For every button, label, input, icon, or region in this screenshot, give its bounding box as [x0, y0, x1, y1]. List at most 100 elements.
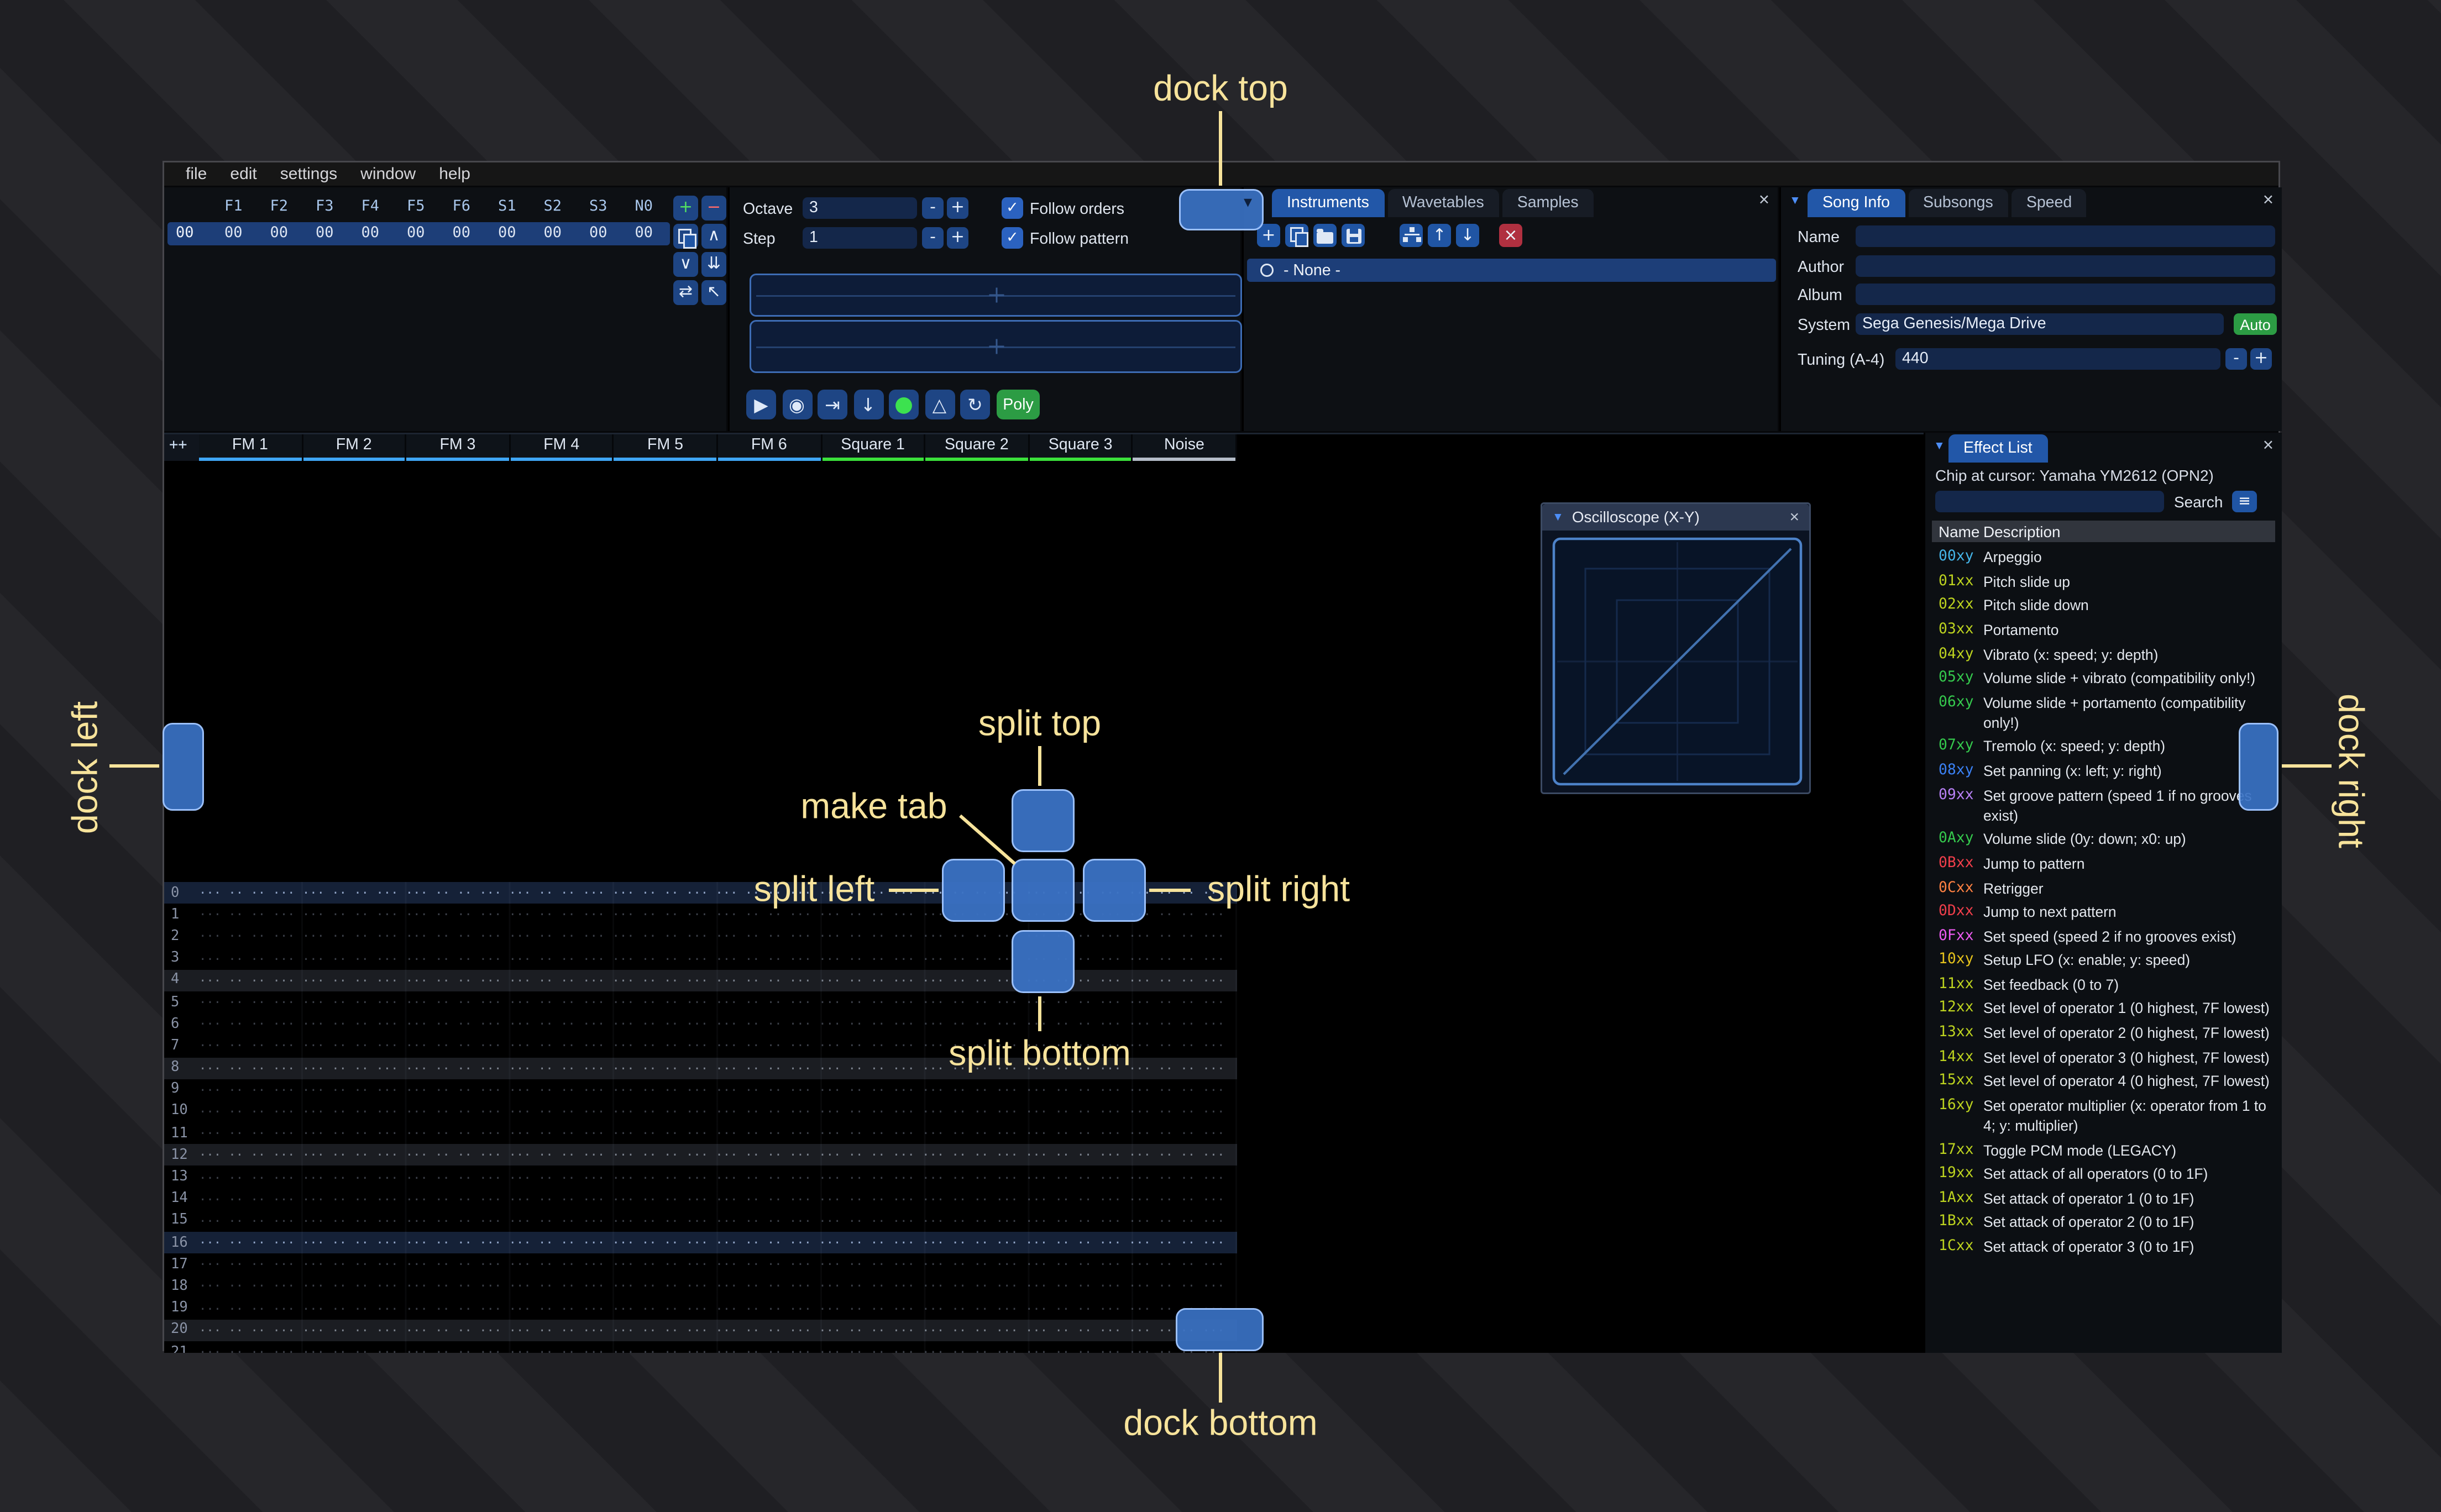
effect-row[interactable]: 1Axx Set attack of operator 1 (0 to 1F)	[1932, 1186, 2277, 1210]
tab-overflow-icon[interactable]: ▾	[1244, 194, 1252, 212]
pattern-row[interactable]: 13 ··· ·· ·· ··· ··· ·· ·· ··· ··· ·· ··…	[164, 1166, 1237, 1188]
order-value-cell[interactable]: 00	[302, 225, 348, 242]
effect-row[interactable]: 15xx Set level of operator 4 (0 highest,…	[1932, 1069, 2277, 1094]
effect-row[interactable]: 10xy Setup LFO (x: enable; y: speed)	[1932, 948, 2277, 973]
play-button[interactable]: ▶	[746, 390, 776, 419]
effect-row[interactable]: 08xy Set panning (x: left; y: right)	[1932, 759, 2277, 783]
remove-order-button[interactable]: −	[701, 196, 726, 221]
pattern-row[interactable]: 15 ··· ·· ·· ··· ··· ·· ·· ··· ··· ·· ··…	[164, 1210, 1237, 1232]
collapse-icon[interactable]: ▼	[1552, 512, 1564, 523]
oscilloscope-title-bar[interactable]: ▼ Oscilloscope (X-Y) ×	[1542, 504, 1809, 531]
pattern-row[interactable]: 16 ··· ·· ·· ··· ··· ·· ·· ··· ··· ·· ··…	[164, 1232, 1237, 1254]
duplicate-order-end-button[interactable]: ⇊	[701, 252, 726, 277]
move-order-down-button[interactable]: ∨	[673, 252, 698, 277]
order-value-cell[interactable]: 00	[575, 225, 621, 242]
order-value-cell[interactable]: 00	[256, 225, 302, 242]
effect-list-tab[interactable]: Effect List	[1948, 434, 2047, 463]
pattern-row[interactable]: 11 ··· ·· ·· ··· ··· ·· ·· ··· ··· ·· ··…	[164, 1122, 1237, 1144]
order-select-mode-button[interactable]: ↖	[701, 280, 726, 305]
channel-header[interactable]: FM 3	[406, 434, 511, 461]
move-instrument-down-button[interactable]: ↓	[1456, 224, 1479, 247]
duplicate-instrument-button[interactable]	[1285, 224, 1308, 247]
pattern-row[interactable]: 3 ··· ·· ·· ··· ··· ·· ·· ··· ··· ·· ·· …	[164, 948, 1237, 970]
effect-row[interactable]: 07xy Tremolo (x: speed; y: depth)	[1932, 735, 2277, 759]
channel-header[interactable]: Square 1	[821, 434, 926, 461]
effect-row[interactable]: 03xx Portamento	[1932, 618, 2277, 642]
order-value-cell[interactable]: 00	[621, 225, 667, 242]
effect-row[interactable]: 02xx Pitch slide down	[1932, 594, 2277, 618]
channel-header[interactable]: Square 3	[1029, 434, 1134, 461]
channel-header[interactable]: FM 2	[302, 434, 407, 461]
split-target-left[interactable]	[942, 859, 1005, 922]
pattern-row[interactable]: 18 ··· ·· ·· ··· ··· ·· ·· ··· ··· ·· ··…	[164, 1275, 1237, 1298]
delete-instrument-button[interactable]: ×	[1499, 224, 1522, 247]
instrument-list-item[interactable]: - None -	[1247, 259, 1776, 282]
pattern-row[interactable]: 10 ··· ·· ·· ··· ··· ·· ·· ··· ··· ·· ··…	[164, 1101, 1237, 1123]
effect-row[interactable]: 19xx Set attack of all operators (0 to 1…	[1932, 1162, 2277, 1186]
tuning-increase-button[interactable]: +	[2250, 348, 2272, 370]
open-instrument-button[interactable]	[1313, 224, 1337, 247]
duplicate-order-button[interactable]	[673, 224, 698, 249]
dock-target-left[interactable]	[163, 723, 204, 811]
close-icon[interactable]: ×	[2263, 436, 2274, 456]
author-input[interactable]	[1856, 255, 2275, 277]
effect-row[interactable]: 1Bxx Set attack of operator 2 (0 to 1F)	[1932, 1210, 2277, 1235]
system-input[interactable]: Sega Genesis/Mega Drive	[1856, 313, 2224, 335]
pattern-row[interactable]: 17 ··· ·· ·· ··· ··· ·· ·· ··· ··· ·· ··…	[164, 1254, 1237, 1276]
pattern-row[interactable]: 21 ··· ·· ·· ··· ··· ·· ·· ··· ··· ·· ··…	[164, 1341, 1237, 1353]
play-one-row-button[interactable]: ⇥	[818, 390, 847, 419]
step-one-row-button[interactable]: ↓	[853, 390, 883, 419]
step-increase-button[interactable]: +	[947, 227, 968, 249]
octave-increase-button[interactable]: +	[947, 197, 968, 219]
hamburger-icon[interactable]: ≡	[2232, 491, 2257, 512]
close-icon[interactable]: ×	[1759, 191, 1769, 211]
step-decrease-button[interactable]: -	[922, 227, 944, 249]
pattern-row[interactable]: 5 ··· ·· ·· ··· ··· ·· ·· ··· ··· ·· ·· …	[164, 991, 1237, 1014]
menu-item[interactable]: settings	[269, 165, 349, 183]
channel-header[interactable]: Square 2	[925, 434, 1030, 461]
effect-row[interactable]: 0Bxx Jump to pattern	[1932, 852, 2277, 876]
effect-row[interactable]: 09xx Set groove pattern (speed 1 if no g…	[1932, 783, 2277, 827]
follow-pattern-checkbox[interactable]: ✓	[1002, 227, 1023, 249]
effect-row[interactable]: 05xy Volume slide + vibrato (compatibili…	[1932, 666, 2277, 691]
stop-button[interactable]: ◉	[782, 390, 812, 419]
effect-row[interactable]: 1Cxx Set attack of operator 3 (0 to 1F)	[1932, 1235, 2277, 1259]
instruments-tab[interactable]: Instruments	[1272, 189, 1384, 217]
effect-row[interactable]: 17xx Toggle PCM mode (LEGACY)	[1932, 1138, 2277, 1162]
song-info-tab[interactable]: Song Info	[1808, 189, 1905, 217]
effect-row[interactable]: 11xx Set feedback (0 to 7)	[1932, 973, 2277, 997]
pattern-row[interactable]: 0 ··· ·· ·· ··· ··· ·· ·· ··· ··· ·· ·· …	[164, 882, 1237, 904]
split-target-bottom[interactable]	[1012, 930, 1075, 993]
order-value-cell[interactable]: 00	[211, 225, 256, 242]
add-order-button[interactable]: +	[673, 196, 698, 221]
tuning-decrease-button[interactable]: -	[2225, 348, 2247, 370]
poly-toggle[interactable]: Poly	[997, 390, 1040, 419]
instruments-tab[interactable]: Samples	[1502, 189, 1594, 217]
orders-selected-row[interactable]: 00 00 00 00 00 00 00 00 00 00 00	[167, 222, 670, 245]
pattern-row[interactable]: 2 ··· ·· ·· ··· ··· ·· ·· ··· ··· ·· ·· …	[164, 926, 1237, 948]
save-instrument-button[interactable]	[1342, 224, 1365, 247]
close-icon[interactable]: ×	[2263, 191, 2274, 211]
move-order-up-button[interactable]: ∧	[701, 224, 726, 249]
channel-header[interactable]: FM 4	[510, 434, 615, 461]
order-value-cell[interactable]: 00	[530, 225, 576, 242]
pattern-row[interactable]: 12 ··· ·· ·· ··· ··· ·· ·· ··· ··· ·· ··…	[164, 1144, 1237, 1167]
follow-orders-checkbox[interactable]: ✓	[1002, 197, 1023, 219]
step-input[interactable]: 1	[803, 227, 917, 249]
dock-target-right[interactable]	[2239, 723, 2278, 811]
effect-row[interactable]: 0Cxx Retrigger	[1932, 876, 2277, 900]
auto-system-button[interactable]: Auto	[2234, 313, 2277, 335]
edit-record-toggle[interactable]: ●	[889, 390, 919, 419]
pattern-row[interactable]: 20 ··· ·· ·· ··· ··· ·· ·· ··· ··· ·· ··…	[164, 1319, 1237, 1341]
pattern-corner-button[interactable]: ++	[164, 434, 199, 461]
effect-row[interactable]: 04xy Vibrato (x: speed; y: depth)	[1932, 642, 2277, 666]
pattern-row[interactable]: 1 ··· ·· ·· ··· ··· ·· ·· ··· ··· ·· ·· …	[164, 904, 1237, 926]
order-change-mode-button[interactable]: ⇄	[673, 280, 698, 305]
move-instrument-up-button[interactable]: ↑	[1428, 224, 1451, 247]
instruments-tab[interactable]: Wavetables	[1387, 189, 1499, 217]
toggle-folders-button[interactable]	[1400, 224, 1423, 247]
split-target-right[interactable]	[1083, 859, 1146, 922]
octave-input[interactable]: 3	[803, 197, 917, 219]
order-value-cell[interactable]: 00	[484, 225, 530, 242]
pattern-row[interactable]: 6 ··· ·· ·· ··· ··· ·· ·· ··· ··· ·· ·· …	[164, 1013, 1237, 1035]
